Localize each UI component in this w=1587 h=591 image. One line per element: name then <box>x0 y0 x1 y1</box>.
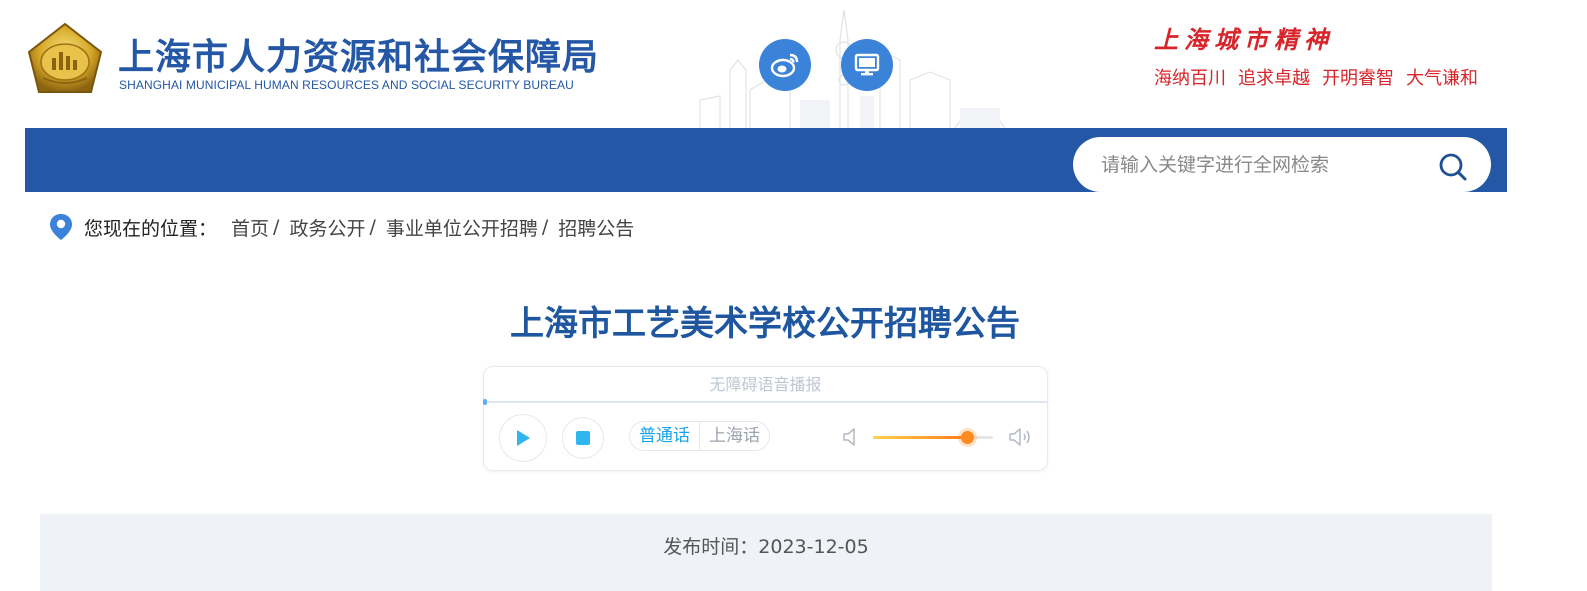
publish-info: 发布时间：2023-12-05 <box>40 514 1492 591</box>
stop-button[interactable] <box>562 417 604 459</box>
player-title: 无障碍语音播报 <box>484 367 1047 403</box>
breadcrumb-gov-affairs[interactable]: 政务公开 <box>289 214 365 241</box>
desktop-button[interactable] <box>841 39 893 91</box>
site-header: 上海市人力资源和社会保障局 SHANGHAI MUNICIPAL HUMAN R… <box>0 0 1587 128</box>
publish-label: 发布时间： <box>663 536 759 558</box>
breadcrumb-label: 您现在的位置： <box>84 217 218 240</box>
language-toggle: 普通话 上海话 <box>629 421 770 451</box>
play-button[interactable] <box>499 414 547 462</box>
stop-icon <box>576 431 590 445</box>
language-shanghainese[interactable]: 上海话 <box>699 422 769 450</box>
desktop-icon <box>854 53 880 76</box>
page: 上海市人力资源和社会保障局 SHANGHAI MUNICIPAL HUMAN R… <box>0 0 1587 591</box>
spirit-phrase: 大气谦和 <box>1406 68 1478 89</box>
breadcrumb-recruitment-notice[interactable]: 招聘公告 <box>558 214 634 241</box>
volume-low-icon[interactable] <box>842 426 858 448</box>
playback-progress-handle[interactable] <box>483 399 487 405</box>
site-title: 上海市人力资源和社会保障局 <box>118 37 600 78</box>
breadcrumb-public-recruitment[interactable]: 事业单位公开招聘 <box>386 214 538 241</box>
breadcrumb-separator: / <box>273 216 280 238</box>
publish-date: 2023-12-05 <box>758 536 869 558</box>
city-spirit-title: 上海城市精神 <box>1154 25 1334 54</box>
search-input[interactable] <box>1101 137 1421 192</box>
volume-high-icon[interactable] <box>1008 426 1034 448</box>
city-spirit-phrases: 海纳百川 追求卓越 开明睿智 大气谦和 <box>1154 64 1478 90</box>
accessible-audio-player: 无障碍语音播报 普通话 上海话 <box>483 366 1048 471</box>
search-box <box>1073 137 1491 192</box>
volume-knob[interactable] <box>960 431 974 444</box>
article-title: 上海市工艺美术学校公开招聘公告 <box>510 304 1020 344</box>
search-icon[interactable] <box>1437 151 1469 183</box>
location-pin-icon <box>50 214 72 240</box>
spirit-phrase: 开明睿智 <box>1322 68 1394 89</box>
spirit-phrase: 追求卓越 <box>1238 68 1310 89</box>
breadcrumb: 您现在的位置： 首页 / 政务公开 / 事业单位公开招聘 / 招聘公告 <box>48 212 634 242</box>
play-icon <box>517 430 530 446</box>
volume-fill <box>873 436 967 439</box>
volume-slider[interactable] <box>873 431 993 444</box>
breadcrumb-home[interactable]: 首页 <box>231 214 269 241</box>
site-subtitle: SHANGHAI MUNICIPAL HUMAN RESOURCES AND S… <box>119 78 574 92</box>
bureau-emblem-icon[interactable] <box>25 22 105 98</box>
breadcrumb-separator: / <box>541 216 549 238</box>
weibo-icon <box>770 53 799 78</box>
breadcrumb-separator: / <box>369 216 376 238</box>
weibo-button[interactable] <box>759 39 811 91</box>
language-mandarin[interactable]: 普通话 <box>630 422 699 450</box>
spirit-phrase: 海纳百川 <box>1154 68 1226 89</box>
